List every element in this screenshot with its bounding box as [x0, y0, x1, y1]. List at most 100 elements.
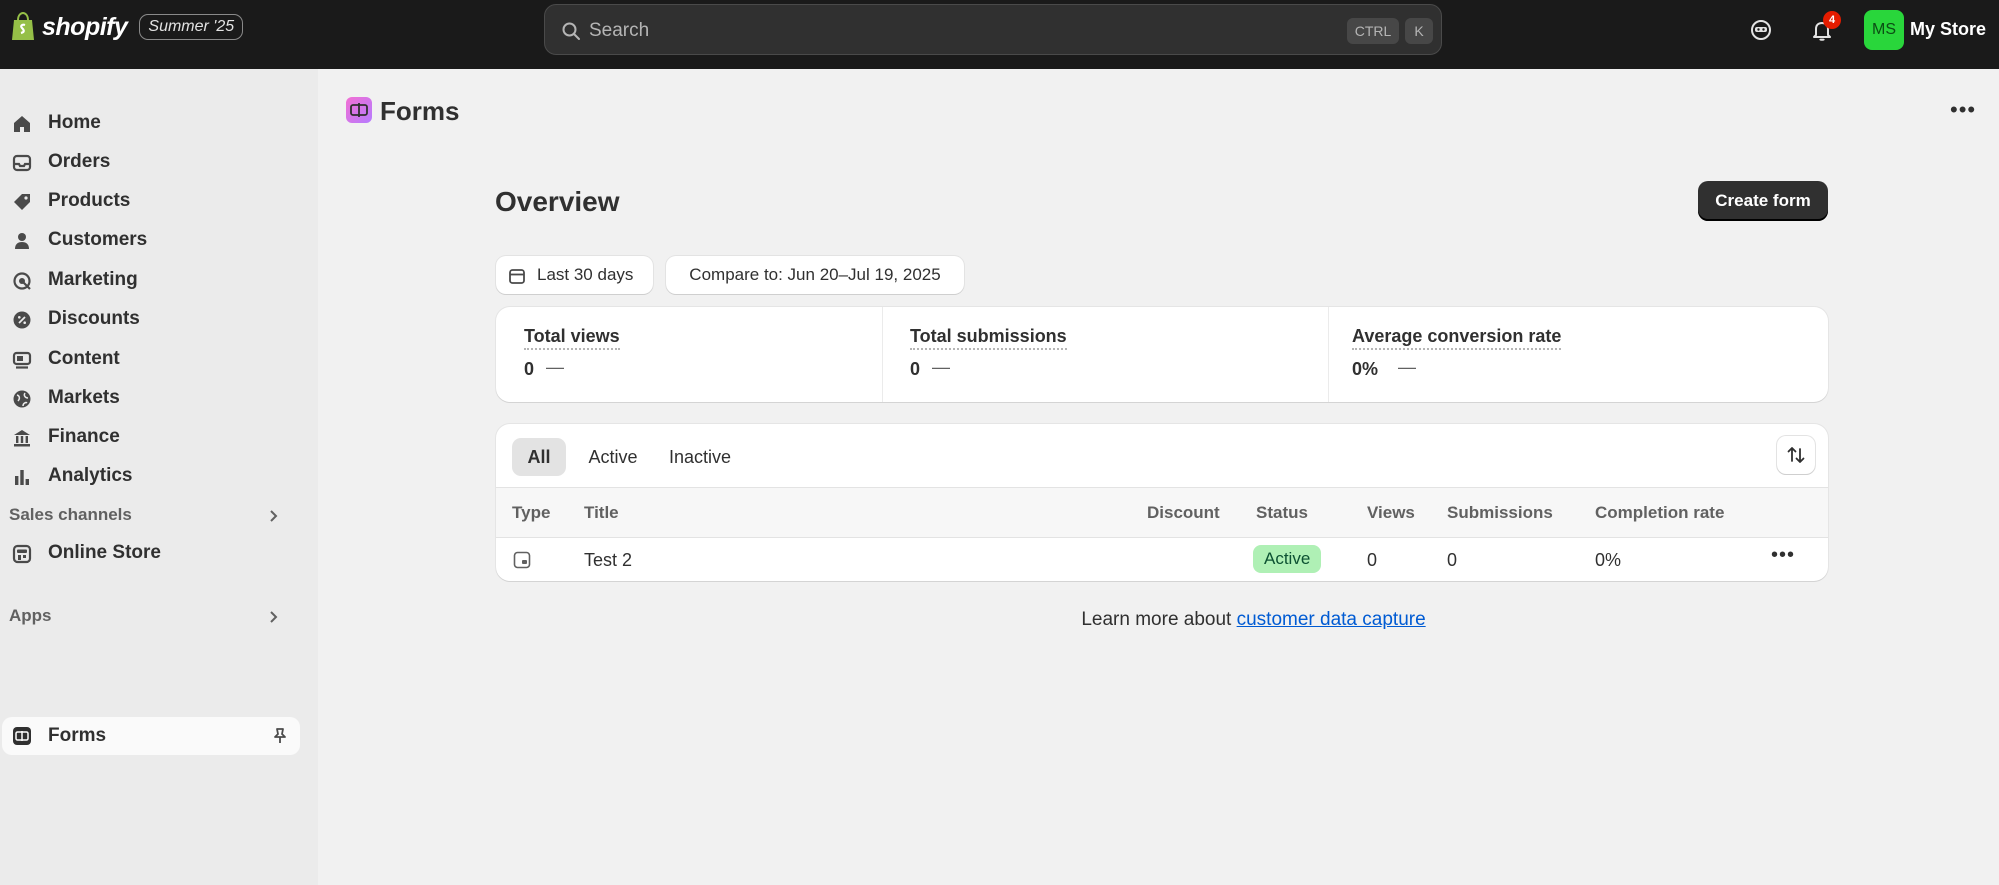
metric-label[interactable]: Total submissions — [910, 326, 1067, 350]
metric-average-conversion-rate[interactable]: Average conversion rate 0% — — [1329, 307, 1828, 402]
tag-icon — [14, 194, 30, 210]
sort-button[interactable] — [1777, 436, 1815, 474]
page-title: Forms — [380, 96, 460, 126]
sidebar-item-label: Online Store — [48, 542, 161, 563]
compare-picker[interactable]: Compare to: Jun 20–Jul 19, 2025 — [666, 256, 964, 294]
shopify-bag-icon — [12, 12, 34, 40]
target-icon — [13, 272, 31, 290]
inbox-icon — [12, 154, 32, 172]
metric-value: 0% — [1352, 359, 1379, 379]
notification-badge: 4 — [1823, 11, 1841, 29]
column-header-submissions: Submissions — [1447, 503, 1553, 522]
status-badge: Active — [1253, 545, 1322, 573]
sidebar-item-home[interactable]: Home — [0, 105, 300, 141]
sidebar-item-label: Home — [48, 112, 101, 133]
apps-label: Apps — [9, 606, 52, 625]
metric-value: 0 — [910, 359, 921, 379]
metric-total-submissions[interactable]: Total submissions 0 — — [883, 307, 1328, 402]
avatar[interactable]: MS — [1864, 10, 1904, 50]
chevron-right-icon[interactable] — [266, 509, 280, 523]
sidebar-item-finance[interactable]: Finance — [0, 419, 300, 455]
date-range-label: Last 30 days — [537, 265, 634, 284]
forms-app-icon — [13, 727, 31, 745]
shortcut-k-key: K — [1405, 18, 1433, 44]
sidebar-item-label: Orders — [48, 151, 111, 172]
sidebar-item-label: Markets — [48, 387, 120, 408]
sidebar-item-markets[interactable]: Markets — [0, 380, 300, 416]
metrics-card: Total views 0 — Total submissions 0 — Av… — [496, 307, 1828, 402]
sidebar-item-label: Analytics — [48, 465, 133, 486]
create-form-button[interactable]: Create form — [1698, 181, 1828, 221]
sidebar-item-forms[interactable]: Forms — [2, 717, 300, 755]
sidebar-item-label: Customers — [48, 229, 148, 250]
metric-trend: — — [1398, 357, 1416, 377]
form-type-icon — [513, 551, 531, 569]
more-actions-icon[interactable]: ••• — [1950, 97, 1976, 123]
chevron-right-icon[interactable] — [266, 610, 280, 624]
edition-badge[interactable]: Summer '25 — [139, 14, 244, 40]
metric-total-views[interactable]: Total views 0 — — [496, 307, 882, 402]
brand-name: shopify — [42, 12, 128, 41]
store-name[interactable]: My Store — [1910, 19, 1986, 40]
sidebar-item-label: Products — [48, 190, 131, 211]
bank-icon — [14, 430, 30, 447]
store-icon — [12, 544, 32, 564]
tab-inactive[interactable]: Inactive — [658, 438, 742, 476]
form-completion-rate: 0% — [1595, 550, 1622, 570]
sidebar-item-label: Marketing — [48, 269, 138, 290]
learn-more-text: Learn more about customer data capture — [318, 609, 1999, 631]
shopify-logo[interactable]: shopify Summer '25 — [10, 12, 244, 42]
sales-channels-label: Sales channels — [9, 505, 132, 524]
form-submissions: 0 — [1447, 550, 1458, 570]
sidebar-item-analytics[interactable]: Analytics — [0, 458, 300, 494]
sidebar-item-products[interactable]: Products — [0, 183, 300, 219]
home-icon — [14, 116, 30, 132]
forms-app-icon — [346, 97, 372, 123]
sidebar-item-content[interactable]: Content — [0, 341, 300, 377]
tab-all[interactable]: All — [512, 438, 566, 476]
sidebar-item-label: Finance — [48, 426, 120, 447]
sidebar-item-label: Discounts — [48, 308, 140, 329]
column-header-completion-rate: Completion rate — [1595, 503, 1725, 522]
sidekick-icon[interactable] — [1749, 18, 1773, 42]
search-icon — [562, 22, 580, 40]
sidebar-item-marketing[interactable]: Marketing — [0, 262, 300, 298]
metric-label[interactable]: Total views — [524, 326, 620, 350]
sort-icon — [1787, 447, 1805, 463]
globe-icon — [13, 390, 31, 408]
tab-active[interactable]: Active — [576, 438, 650, 476]
sidebar-item-label: Forms — [48, 725, 107, 746]
column-header-status: Status — [1256, 503, 1308, 522]
main-content: Forms ••• Overview Create form Last 30 d… — [318, 69, 1999, 885]
sidebar-item-customers[interactable]: Customers — [0, 222, 300, 258]
calendar-icon — [509, 269, 525, 284]
sidebar-item-orders[interactable]: Orders — [0, 144, 300, 180]
row-actions-icon[interactable]: ••• — [1771, 544, 1795, 567]
search-bar[interactable]: Search CTRL K — [544, 4, 1442, 55]
metric-value: 0 — [524, 359, 535, 379]
forms-table-card: All Active Inactive Type Title Discount … — [496, 424, 1828, 581]
customer-data-capture-link[interactable]: customer data capture — [1237, 609, 1426, 630]
table-header: Type Title Discount Status Views Submiss… — [496, 487, 1828, 538]
column-header-discount: Discount — [1147, 503, 1220, 522]
bar-chart-icon — [15, 470, 29, 485]
sidebar-item-discounts[interactable]: Discounts — [0, 301, 300, 337]
form-views: 0 — [1367, 550, 1378, 570]
date-range-picker[interactable]: Last 30 days — [496, 256, 653, 294]
shortcut-ctrl-key: CTRL — [1347, 18, 1399, 44]
form-title[interactable]: Test 2 — [584, 550, 632, 571]
sidebar-item-online-store[interactable]: Online Store — [0, 535, 300, 571]
column-header-views: Views — [1367, 503, 1415, 522]
person-icon — [15, 233, 29, 249]
learn-more-prefix: Learn more about — [1081, 609, 1237, 630]
metric-trend: — — [932, 357, 950, 377]
pin-icon[interactable] — [271, 727, 289, 745]
discount-icon — [13, 311, 31, 329]
metric-label[interactable]: Average conversion rate — [1352, 326, 1562, 350]
sidebar-item-label: Content — [48, 348, 120, 369]
content-icon — [12, 351, 32, 369]
column-header-title: Title — [584, 503, 619, 522]
overview-heading: Overview — [495, 186, 620, 217]
search-placeholder: Search — [589, 20, 650, 41]
top-bar: shopify Summer '25 Search CTRL K 4 MS My… — [0, 0, 1999, 69]
